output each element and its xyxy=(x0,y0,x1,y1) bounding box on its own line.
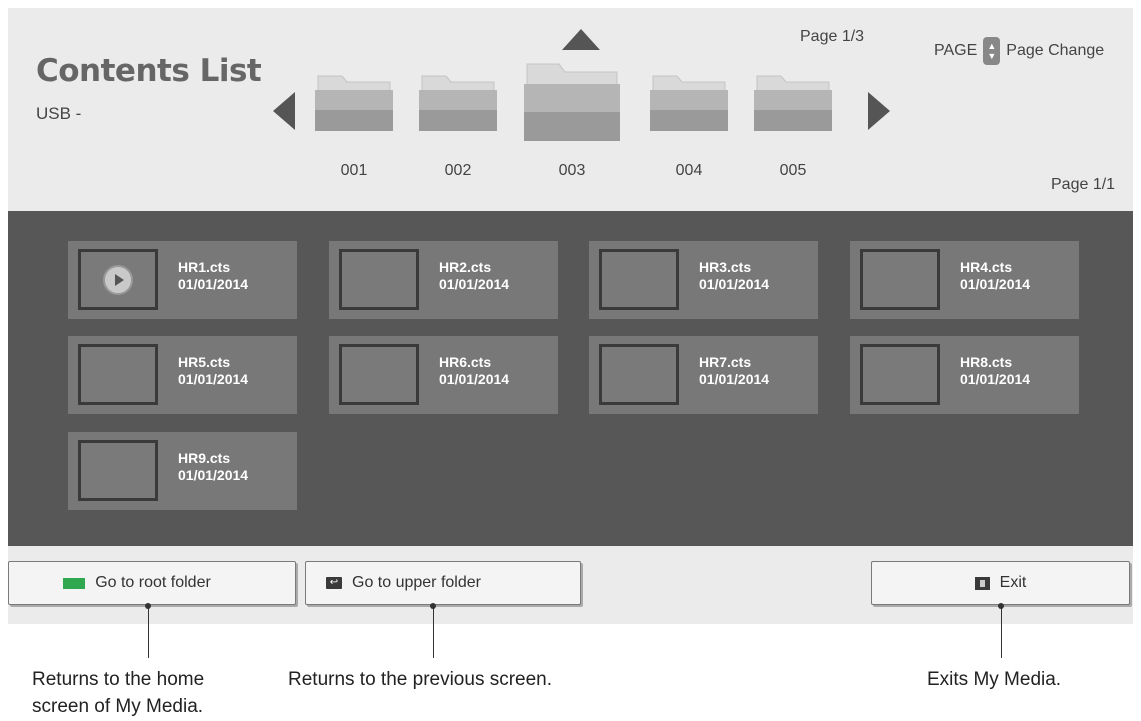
go-to-upper-folder-button[interactable]: ↩ Go to upper folder xyxy=(305,561,581,605)
folder-002[interactable] xyxy=(418,70,498,132)
folder-icon xyxy=(524,63,620,141)
back-icon: ↩ xyxy=(326,577,342,589)
page-key-label: PAGE xyxy=(934,42,978,59)
green-key-icon xyxy=(63,577,86,589)
folder-icon xyxy=(650,75,728,131)
folder-icon xyxy=(754,75,832,131)
file-name: HR2.cts xyxy=(439,259,492,275)
file-tile[interactable]: HR9.cts 01/01/2014 xyxy=(68,432,297,510)
file-tile[interactable]: HR5.cts 01/01/2014 xyxy=(68,336,297,414)
folder-001[interactable] xyxy=(314,70,394,132)
up-arrow-icon[interactable] xyxy=(562,29,600,50)
folder-label: 004 xyxy=(675,162,703,179)
file-date: 01/01/2014 xyxy=(960,371,1031,387)
thumbnail xyxy=(339,249,419,310)
folder-005[interactable] xyxy=(753,70,833,132)
file-date: 01/01/2014 xyxy=(178,276,249,292)
page-change-hint: PAGE ▲ ▼ Page Change xyxy=(934,37,1104,65)
callout-upper: Returns to the previous screen. xyxy=(288,669,553,690)
callout-line xyxy=(1001,606,1002,658)
content-page-indicator: Page 1/1 xyxy=(1051,176,1116,193)
file-date: 01/01/2014 xyxy=(439,276,510,292)
folder-label: 001 xyxy=(340,162,368,179)
exit-button[interactable]: Exit xyxy=(871,561,1130,605)
callout-line xyxy=(433,606,434,658)
thumbnail xyxy=(599,249,679,310)
folder-icon xyxy=(315,75,393,131)
callout-exit: Exits My Media. xyxy=(927,669,1062,690)
file-name: HR1.cts xyxy=(178,259,231,275)
file-tile[interactable]: HR8.cts 01/01/2014 xyxy=(850,336,1079,414)
header-panel: Contents List USB - 001 002 003 004 005 … xyxy=(8,8,1133,211)
thumbnail xyxy=(339,344,419,405)
file-date: 01/01/2014 xyxy=(960,276,1031,292)
callout-root-line2: screen of My Media. xyxy=(32,696,204,717)
button-bar: Go to root folder ↩ Go to upper folder E… xyxy=(8,546,1133,624)
callout-root-line1: Returns to the home xyxy=(32,669,205,690)
play-icon xyxy=(103,264,133,295)
file-name: HR4.cts xyxy=(960,259,1013,275)
thumbnail xyxy=(78,249,158,310)
file-date: 01/01/2014 xyxy=(178,467,249,483)
page-title: Contents List xyxy=(36,53,262,89)
go-to-root-folder-button[interactable]: Go to root folder xyxy=(8,561,296,605)
file-name: HR8.cts xyxy=(960,354,1013,370)
upper-button-label: Go to upper folder xyxy=(352,574,481,591)
folder-label: 005 xyxy=(779,162,807,179)
folder-004[interactable] xyxy=(649,70,729,132)
exit-button-label: Exit xyxy=(999,574,1027,591)
file-tile[interactable]: HR2.cts 01/01/2014 xyxy=(329,241,558,319)
file-date: 01/01/2014 xyxy=(699,276,770,292)
file-tile[interactable]: HR7.cts 01/01/2014 xyxy=(589,336,818,414)
file-date: 01/01/2014 xyxy=(439,371,510,387)
folder-label: 002 xyxy=(444,162,472,179)
folder-page-indicator: Page 1/3 xyxy=(800,28,865,45)
file-name: HR3.cts xyxy=(699,259,752,275)
thumbnail xyxy=(860,249,940,310)
file-tile[interactable]: HR6.cts 01/01/2014 xyxy=(329,336,558,414)
thumbnail xyxy=(78,440,158,501)
folder-label: 003 xyxy=(558,162,586,179)
file-date: 01/01/2014 xyxy=(699,371,770,387)
callout-root: Returns to the home screen of My Media. xyxy=(32,666,204,720)
callout-line xyxy=(148,606,149,658)
source-label: USB - xyxy=(36,104,82,123)
right-arrow-icon[interactable] xyxy=(868,92,890,130)
page-updown-icon[interactable]: ▲ ▼ xyxy=(983,37,1001,65)
root-button-label: Go to root folder xyxy=(95,574,211,591)
exit-icon xyxy=(974,576,990,590)
folder-003-selected[interactable] xyxy=(523,60,621,142)
thumbnail xyxy=(860,344,940,405)
file-tile[interactable]: HR3.cts 01/01/2014 xyxy=(589,241,818,319)
file-name: HR7.cts xyxy=(699,354,752,370)
file-tile[interactable]: HR1.cts 01/01/2014 xyxy=(68,241,297,319)
thumbnail xyxy=(599,344,679,405)
file-name: HR5.cts xyxy=(178,354,231,370)
left-arrow-icon[interactable] xyxy=(273,92,295,130)
file-tile[interactable]: HR4.cts 01/01/2014 xyxy=(850,241,1079,319)
thumbnail xyxy=(78,344,158,405)
folder-icon xyxy=(419,75,497,131)
file-grid: HR1.cts 01/01/2014 HR2.cts 01/01/2014 HR… xyxy=(8,211,1133,546)
file-name: HR9.cts xyxy=(178,450,231,466)
file-name: HR6.cts xyxy=(439,354,492,370)
page-change-label: Page Change xyxy=(1006,42,1105,59)
file-date: 01/01/2014 xyxy=(178,371,249,387)
